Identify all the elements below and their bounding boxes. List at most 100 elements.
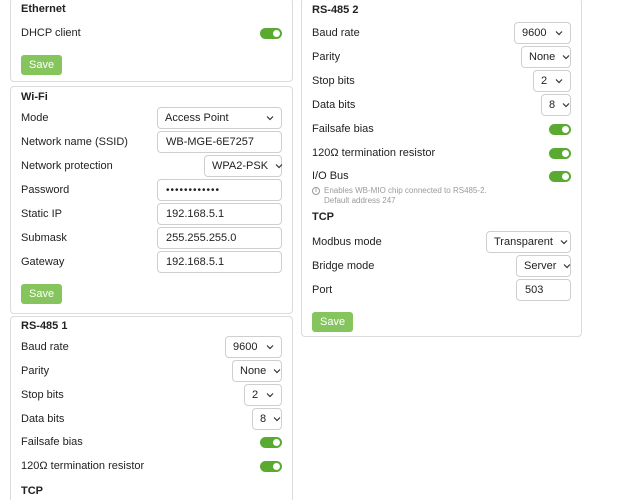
rs485-2-save-button[interactable]: Save [312, 312, 354, 332]
rs485-2-parity-select[interactable]: None [521, 46, 571, 68]
wifi-ssid-input[interactable]: WB-MGE-6E7257 [157, 131, 282, 153]
rs485-2-baud-value: 9600 [522, 27, 547, 39]
rs485-1-stop-select[interactable]: 2 [244, 384, 282, 406]
rs485-1-data-value: 8 [260, 413, 267, 425]
wifi-mode-row: Mode Access Point [21, 107, 282, 129]
rs485-1-parity-row: Parity None [21, 360, 282, 382]
info-icon: i [312, 187, 320, 195]
chevron-down-icon [563, 264, 571, 269]
wifi-protection-label: Network protection [21, 160, 113, 172]
rs485-1-data-label: Data bits [21, 413, 65, 425]
rs485-1-tcp-title: TCP [21, 485, 43, 497]
chevron-down-icon [562, 55, 570, 60]
wifi-save-button[interactable]: Save [21, 284, 63, 304]
rs485-2-modbus-select[interactable]: Transparent [486, 231, 571, 253]
rs485-2-data-select[interactable]: 8 [541, 94, 571, 116]
rs485-2-stop-value: 2 [541, 75, 548, 87]
rs485-1-baud-label: Baud rate [21, 341, 69, 353]
rs485-1-stop-row: Stop bits 2 [21, 384, 282, 406]
wifi-title: Wi-Fi [21, 91, 48, 103]
wifi-gateway-label: Gateway [21, 256, 65, 268]
rs485-1-baud-row: Baud rate 9600 [21, 336, 282, 358]
rs485-2-iobus-label: I/O Bus [312, 170, 349, 182]
wifi-static-ip-row: Static IP 192.168.5.1 [21, 203, 282, 225]
rs485-2-modbus-row: Modbus mode Transparent [312, 231, 571, 253]
rs485-2-card: RS-485 2 Baud rate 9600 Parity None Stop… [301, 0, 582, 337]
wifi-password-label: Password [21, 184, 70, 196]
wifi-mode-value: Access Point [165, 112, 229, 124]
dhcp-row: DHCP client [21, 22, 282, 44]
wifi-ssid-label: Network name (SSID) [21, 136, 128, 148]
wifi-static-ip-label: Static IP [21, 208, 62, 220]
rs485-2-bridge-row: Bridge mode Server [312, 255, 571, 277]
rs485-2-failsafe-row: Failsafe bias [312, 118, 571, 140]
rs485-1-termination-row: 120Ω termination resistor [21, 455, 282, 477]
rs485-2-baud-row: Baud rate 9600 [312, 22, 571, 44]
wifi-protection-value: WPA2-PSK [212, 160, 269, 172]
rs485-2-data-row: Data bits 8 [312, 94, 571, 116]
rs485-1-failsafe-toggle[interactable] [260, 436, 282, 448]
wifi-gateway-input[interactable]: 192.168.5.1 [157, 251, 282, 273]
rs485-1-stop-value: 2 [252, 389, 259, 401]
dhcp-label: DHCP client [21, 27, 81, 39]
rs485-2-iobus-hint-text: Enables WB-MIO chip connected to RS485-2… [324, 186, 487, 206]
chevron-down-icon [555, 79, 563, 84]
rs485-2-stop-row: Stop bits 2 [312, 70, 571, 92]
wifi-submask-input[interactable]: 255.255.255.0 [157, 227, 282, 249]
wifi-protection-row: Network protection WPA2-PSK [21, 155, 283, 177]
chevron-down-icon [562, 103, 570, 108]
rs485-1-failsafe-row: Failsafe bias [21, 431, 282, 453]
rs485-2-bridge-select[interactable]: Server [516, 255, 571, 277]
rs485-2-parity-label: Parity [312, 51, 341, 63]
rs485-2-iobus-hint: i Enables WB-MIO chip connected to RS485… [312, 186, 571, 206]
rs485-2-iobus-row: I/O Bus [312, 165, 571, 187]
rs485-2-title: RS-485 2 [312, 4, 359, 16]
rs485-2-bridge-label: Bridge mode [312, 260, 375, 272]
rs485-2-parity-value: None [529, 51, 556, 63]
dhcp-toggle[interactable] [260, 27, 282, 39]
rs485-2-termination-toggle[interactable] [549, 147, 571, 159]
rs485-2-termination-label: 120Ω termination resistor [312, 147, 436, 159]
rs485-1-title: RS-485 1 [21, 320, 68, 332]
rs485-1-failsafe-label: Failsafe bias [21, 436, 83, 448]
rs485-2-iobus-hint-line2: Default address 247 [324, 196, 396, 205]
rs485-2-tcp-title: TCP [312, 211, 334, 223]
rs485-2-stop-label: Stop bits [312, 75, 355, 87]
wifi-mode-label: Mode [21, 112, 49, 124]
rs485-2-failsafe-toggle[interactable] [549, 123, 571, 135]
rs485-2-port-label: Port [312, 284, 333, 296]
rs485-2-data-label: Data bits [312, 99, 356, 111]
wifi-card: Wi-Fi Mode Access Point Network name (SS… [10, 86, 293, 314]
rs485-1-baud-value: 9600 [233, 341, 258, 353]
rs485-2-parity-row: Parity None [312, 46, 571, 68]
ethernet-save-button[interactable]: Save [21, 55, 63, 75]
rs485-1-parity-value: None [240, 365, 267, 377]
wifi-gateway-row: Gateway 192.168.5.1 [21, 251, 282, 273]
rs485-1-data-select[interactable]: 8 [252, 408, 282, 430]
chevron-down-icon [266, 345, 274, 350]
wifi-submask-label: Submask [21, 232, 67, 244]
rs485-1-data-row: Data bits 8 [21, 408, 282, 430]
wifi-static-ip-input[interactable]: 192.168.5.1 [157, 203, 282, 225]
rs485-2-port-row: Port 503 [312, 279, 571, 301]
wifi-submask-row: Submask 255.255.255.0 [21, 227, 282, 249]
rs485-2-baud-label: Baud rate [312, 27, 360, 39]
chevron-down-icon [273, 417, 281, 422]
rs485-2-data-value: 8 [549, 99, 556, 111]
rs485-1-stop-label: Stop bits [21, 389, 64, 401]
rs485-1-baud-select[interactable]: 9600 [225, 336, 282, 358]
rs485-2-modbus-label: Modbus mode [312, 236, 382, 248]
wifi-password-input[interactable]: •••••••••••• [157, 179, 282, 201]
rs485-1-termination-toggle[interactable] [260, 460, 282, 472]
wifi-protection-select[interactable]: WPA2-PSK [204, 155, 283, 177]
rs485-2-baud-select[interactable]: 9600 [514, 22, 571, 44]
rs485-2-bridge-value: Server [524, 260, 557, 272]
rs485-2-stop-select[interactable]: 2 [533, 70, 571, 92]
wifi-mode-select[interactable]: Access Point [157, 107, 282, 129]
rs485-2-iobus-hint-line1: Enables WB-MIO chip connected to RS485-2… [324, 186, 487, 195]
chevron-down-icon [275, 164, 283, 169]
rs485-2-iobus-toggle[interactable] [549, 170, 571, 182]
rs485-2-port-input[interactable]: 503 [516, 279, 571, 301]
rs485-1-parity-select[interactable]: None [232, 360, 282, 382]
rs485-2-termination-row: 120Ω termination resistor [312, 142, 571, 164]
